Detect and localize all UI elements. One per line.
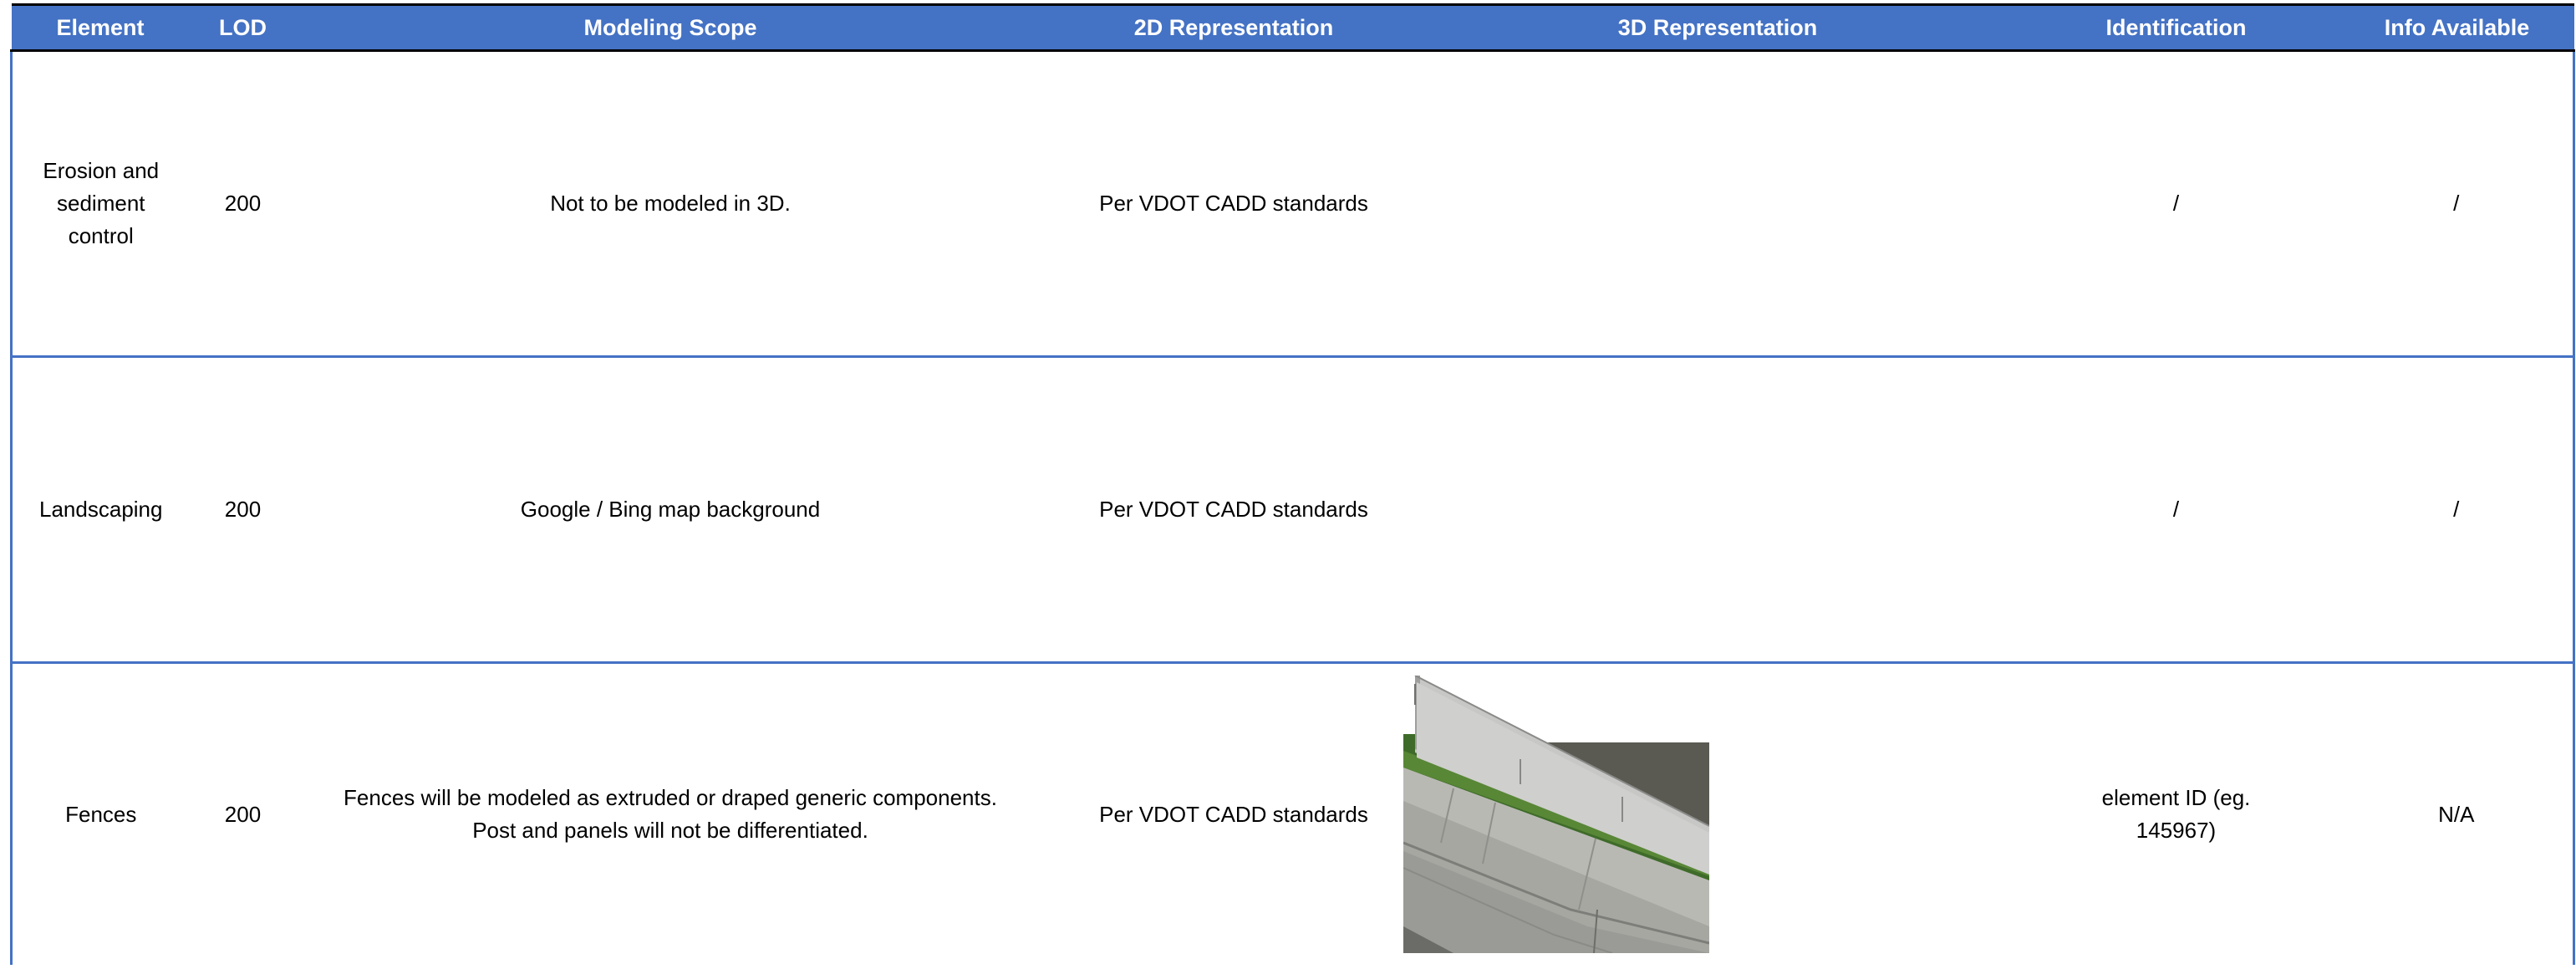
table-row: Landscaping 200 Google / Bing map backgr… — [10, 356, 2575, 664]
header-element: Element — [11, 3, 190, 52]
cell-modeling-scope: Google / Bing map background — [296, 356, 1045, 664]
cell-info-available: N/A — [2339, 662, 2575, 965]
cell-info-available: / — [2339, 356, 2575, 664]
cell-element: Erosion and sediment control — [10, 50, 190, 358]
cell-info-available: / — [2339, 50, 2575, 358]
cell-lod: 200 — [189, 50, 297, 358]
cell-identification: element ID (eg. 145967) — [2012, 662, 2340, 965]
cell-element: Fences — [10, 662, 190, 965]
cell-identification: / — [2012, 356, 2340, 664]
page-margin — [0, 0, 10, 969]
fence-3d-render-image — [1403, 676, 1709, 953]
table-row: Erosion and sediment control 200 Not to … — [10, 50, 2575, 358]
cell-2d-representation: Per VDOT CADD standards — [1044, 50, 1423, 358]
header-identification: Identification — [2012, 3, 2340, 52]
cell-2d-representation: Per VDOT CADD standards — [1044, 662, 1423, 965]
table-header-row: Element LOD Modeling Scope 2D Representa… — [11, 3, 2574, 52]
header-3d-representation: 3D Representation — [1423, 3, 2013, 52]
header-lod: LOD — [189, 3, 297, 52]
cell-element: Landscaping — [10, 356, 190, 664]
lod-specification-table: Element LOD Modeling Scope 2D Representa… — [10, 3, 2575, 965]
header-info-available: Info Available — [2339, 3, 2574, 52]
cell-identification: / — [2012, 50, 2340, 358]
cell-modeling-scope: Not to be modeled in 3D. — [296, 50, 1045, 358]
cell-modeling-scope: Fences will be modeled as extruded or dr… — [296, 662, 1045, 965]
cell-3d-representation — [1403, 662, 2013, 965]
header-2d-representation: 2D Representation — [1044, 3, 1423, 52]
header-modeling-scope: Modeling Scope — [296, 3, 1045, 52]
cell-lod: 200 — [189, 662, 297, 965]
cell-3d-representation — [1423, 356, 2013, 664]
table-row: Fences 200 Fences will be modeled as ext… — [10, 662, 2575, 965]
cell-3d-representation — [1423, 50, 2013, 358]
cell-2d-representation: Per VDOT CADD standards — [1044, 356, 1423, 664]
cell-lod: 200 — [189, 356, 297, 664]
